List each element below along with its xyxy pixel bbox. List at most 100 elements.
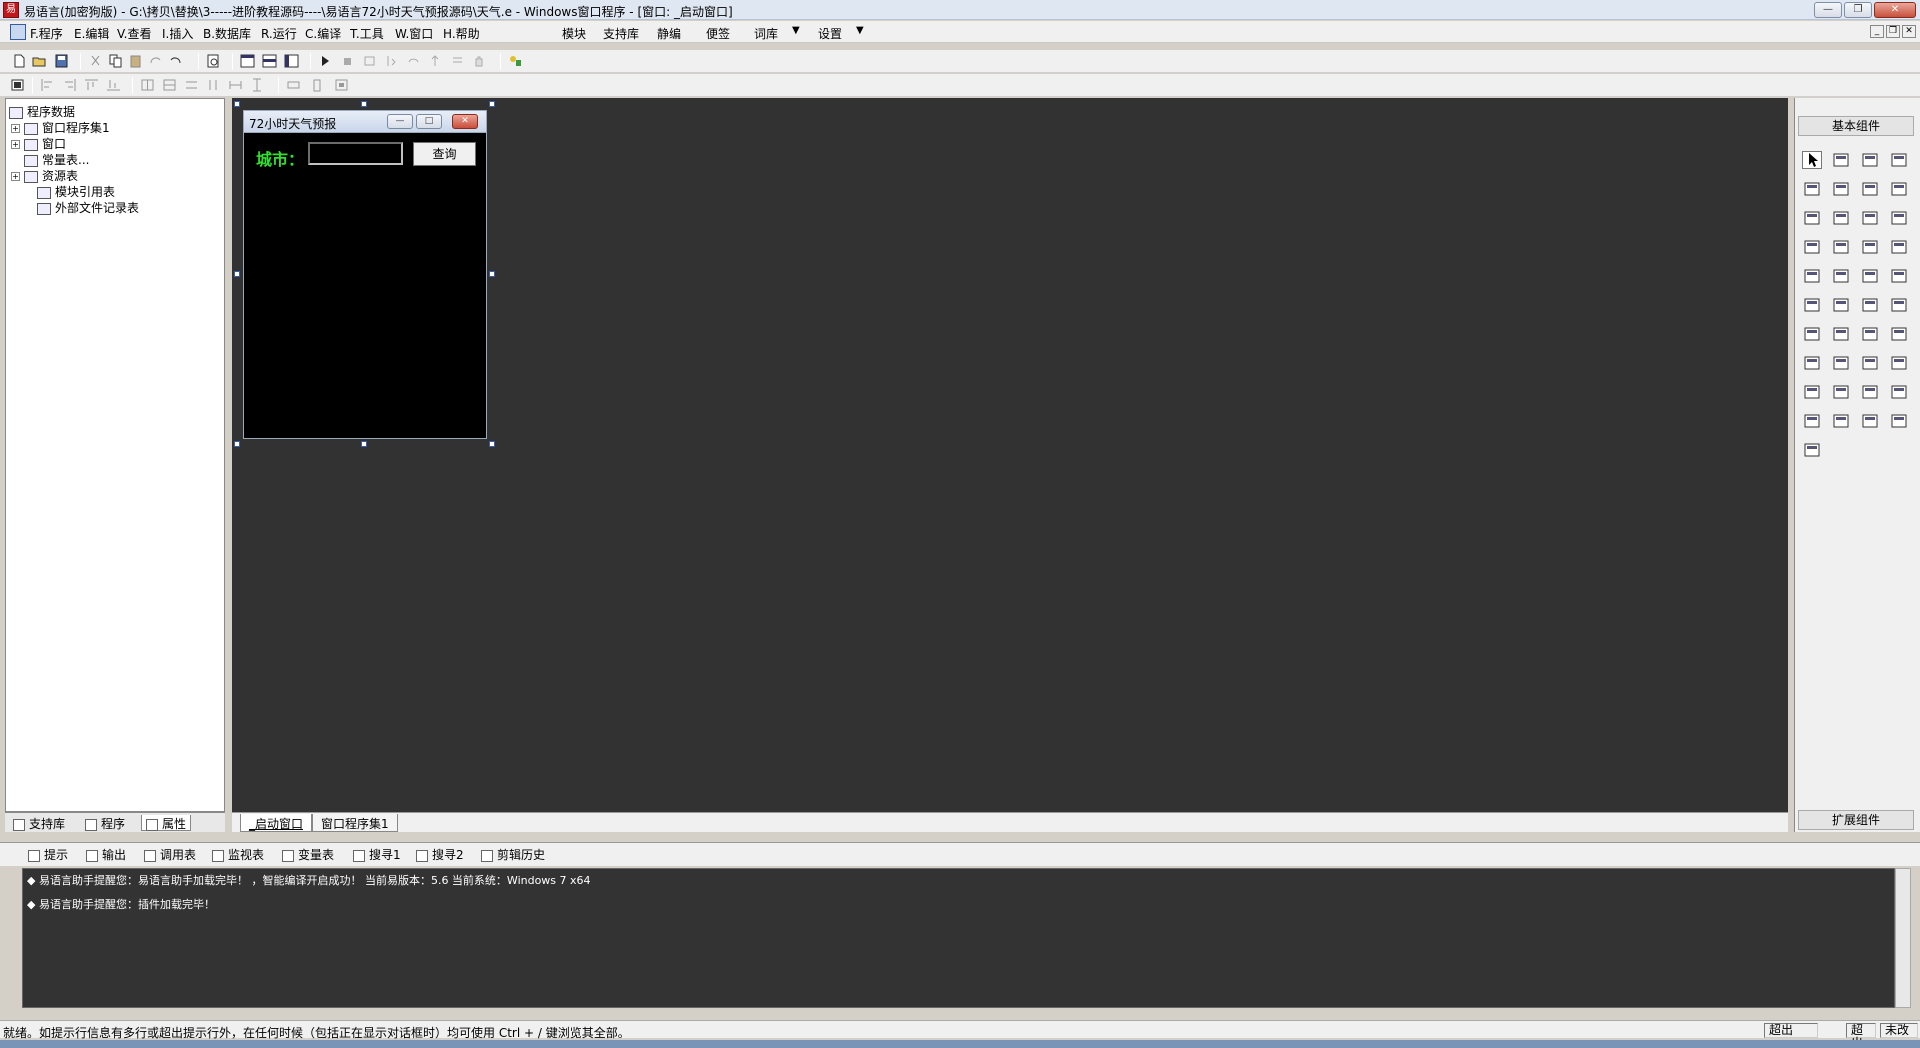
mdi-minimize-button[interactable]: _: [1870, 25, 1884, 38]
menu-database[interactable]: B.数据库: [203, 25, 251, 42]
layout2-icon[interactable]: [262, 54, 277, 68]
layout1-icon[interactable]: [240, 54, 255, 68]
resize-handle[interactable]: [234, 271, 240, 277]
extended-components-header[interactable]: 扩展组件: [1798, 810, 1914, 830]
checkbox-icon[interactable]: [1802, 209, 1822, 227]
expand-icon[interactable]: +: [11, 172, 20, 181]
tab-properties[interactable]: 属性: [141, 815, 192, 831]
space-horizontal-icon[interactable]: [228, 78, 243, 92]
align-right-icon[interactable]: [62, 78, 77, 92]
basic-components-header[interactable]: 基本组件: [1798, 116, 1914, 136]
server-icon[interactable]: [1831, 383, 1851, 401]
resize-handle[interactable]: [361, 101, 367, 107]
file-icon[interactable]: [1889, 296, 1909, 314]
text-char-icon[interactable]: [1860, 180, 1880, 198]
edit-box-icon[interactable]: [1802, 180, 1822, 198]
tree-item-external-files[interactable]: 外部文件记录表: [37, 199, 139, 216]
odbc2-icon[interactable]: [1889, 412, 1909, 430]
chart-icon[interactable]: [1831, 412, 1851, 430]
menu-module[interactable]: 模块: [562, 25, 586, 42]
frame-icon[interactable]: [1860, 267, 1880, 285]
menu-compile[interactable]: C.编译: [305, 25, 341, 42]
align-bottom-icon[interactable]: [106, 78, 121, 92]
printer-icon[interactable]: [1831, 325, 1851, 343]
center-form-icon[interactable]: [334, 78, 349, 92]
image-box-icon[interactable]: [1860, 151, 1880, 169]
expand-icon[interactable]: +: [11, 124, 20, 133]
mdi-restore-button[interactable]: ❐: [1886, 25, 1900, 38]
odbc-icon[interactable]: [1860, 412, 1880, 430]
folder-icon[interactable]: [1860, 296, 1880, 314]
form-close-button[interactable]: ✕: [452, 114, 478, 129]
minimize-button[interactable]: —: [1814, 2, 1842, 18]
menu-help[interactable]: H.帮助: [443, 25, 480, 42]
resize-handle[interactable]: [489, 441, 495, 447]
calendar-icon[interactable]: [1802, 296, 1822, 314]
space-vertical-icon[interactable]: [250, 78, 265, 92]
label-icon[interactable]: [1831, 151, 1851, 169]
center-horizontal-icon[interactable]: [140, 78, 155, 92]
menu-view[interactable]: V.查看: [117, 25, 151, 42]
run-icon[interactable]: [318, 54, 333, 68]
run-to-cursor-icon[interactable]: [450, 54, 465, 68]
tab-support-lib[interactable]: 支持库: [9, 815, 69, 831]
cut-icon[interactable]: [88, 54, 103, 68]
tab-icon[interactable]: [1831, 267, 1851, 285]
tree-item-module-refs[interactable]: 模块引用表: [37, 183, 115, 200]
same-height-icon[interactable]: [206, 78, 221, 92]
assistant-icon[interactable]: [508, 54, 523, 68]
blank-icon[interactable]: [1831, 180, 1851, 198]
copy-icon[interactable]: [108, 54, 123, 68]
tab-clip-history[interactable]: 剪辑历史: [481, 846, 545, 863]
menu-insert[interactable]: I.插入: [162, 25, 193, 42]
query-button[interactable]: 查询: [413, 142, 476, 166]
tab-watch-table[interactable]: 监视表: [212, 846, 264, 863]
menu-run[interactable]: R.运行: [261, 25, 297, 42]
tab-variables[interactable]: 变量表: [282, 846, 334, 863]
radio-icon[interactable]: [1831, 209, 1851, 227]
paste-icon[interactable]: [128, 54, 143, 68]
maximize-button[interactable]: ❐: [1844, 2, 1872, 18]
new-file-icon[interactable]: [12, 54, 27, 68]
line-icon[interactable]: [1889, 180, 1909, 198]
tab-hint[interactable]: 提示: [28, 846, 68, 863]
design-form[interactable]: 72小时天气预报 — □ ✕ 城市： 查询: [243, 110, 487, 439]
color-icon[interactable]: [1802, 325, 1822, 343]
city-input[interactable]: [308, 142, 403, 165]
resize-handle[interactable]: [489, 101, 495, 107]
mci-icon[interactable]: [1831, 354, 1851, 372]
resize-handle[interactable]: [234, 101, 240, 107]
tree-item-resources[interactable]: + 资源表: [11, 167, 78, 184]
align-top-icon[interactable]: [84, 78, 99, 92]
resize-handle[interactable]: [234, 441, 240, 447]
expand-icon[interactable]: +: [11, 140, 20, 149]
scroll-icon[interactable]: [1831, 238, 1851, 256]
table-icon[interactable]: [1802, 412, 1822, 430]
drive-icon[interactable]: [1831, 296, 1851, 314]
menu-window[interactable]: W.窗口: [395, 25, 433, 42]
menu-notes[interactable]: 便签: [706, 25, 730, 42]
odbc3-icon[interactable]: [1802, 441, 1822, 459]
same-width-icon[interactable]: [184, 78, 199, 92]
tree-item-constants[interactable]: 常量表...: [24, 151, 89, 168]
resize-handle[interactable]: [489, 271, 495, 277]
undo-icon[interactable]: [168, 54, 183, 68]
tab-startup-window[interactable]: _启动窗口: [240, 814, 313, 832]
step-icon[interactable]: [362, 54, 377, 68]
tray-icon[interactable]: [1889, 325, 1909, 343]
picture-icon[interactable]: [1889, 267, 1909, 285]
mdi-close-button[interactable]: ✕: [1902, 25, 1916, 38]
combo-icon[interactable]: [1889, 209, 1909, 227]
vscroll-icon[interactable]: [1860, 238, 1880, 256]
menu-thesaurus[interactable]: 词库: [754, 25, 778, 42]
slider-icon[interactable]: [1802, 267, 1822, 285]
save-icon[interactable]: [54, 54, 69, 68]
align-left-icon[interactable]: [40, 78, 55, 92]
serial-icon[interactable]: [1860, 383, 1880, 401]
db-icon[interactable]: [1889, 383, 1909, 401]
close-button[interactable]: ✕: [1874, 2, 1916, 18]
menu-program[interactable]: F.程序: [30, 25, 63, 42]
stop-icon[interactable]: [340, 54, 355, 68]
tab-output[interactable]: 输出: [86, 846, 126, 863]
chevron-down-icon[interactable]: ▼: [856, 25, 864, 36]
